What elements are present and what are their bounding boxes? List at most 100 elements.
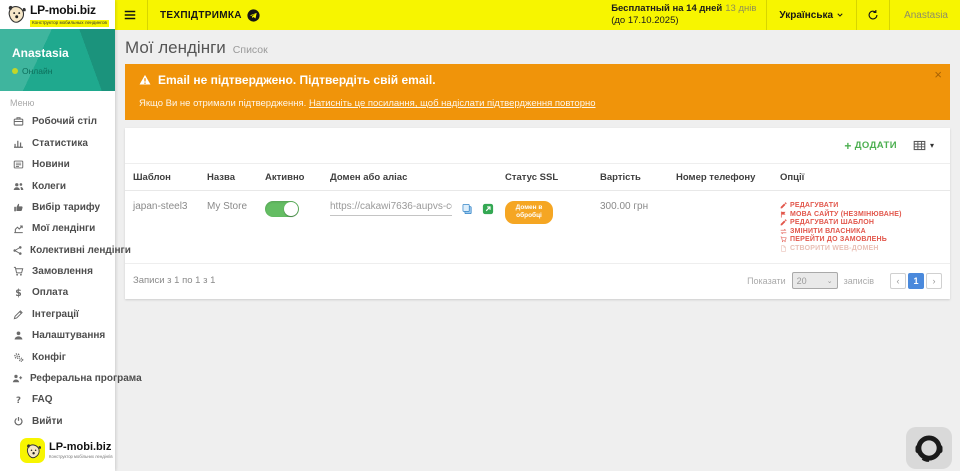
my-landings-icon [12,223,25,234]
sidebar-item-tariff[interactable]: Вибір тарифу [0,197,115,218]
topbar-divider [147,0,148,30]
page-1-button[interactable]: 1 [908,273,924,289]
sidebar-item-payment[interactable]: Оплата [0,282,115,303]
domain-input[interactable] [330,201,452,216]
pager: ‹ 1 › [890,273,942,289]
cell-name: My Store [207,191,265,263]
trial-info: Бесплатный на 14 дней13 днів (до 17.10.2… [611,3,766,27]
records-info: Записи з 1 по 1 з 1 [133,275,215,286]
trial-days-left: 13 днів [725,3,756,14]
sidebar-item-faq[interactable]: FAQ [0,389,115,410]
copy-icon[interactable] [461,203,473,215]
option-edit-template[interactable]: РЕДАГУВАТИ ШАБЛОН [780,219,938,226]
option-create-web-domain: СТВОРИТИ WEB-ДОМЕН [780,245,938,252]
column-header-options[interactable]: Опції [780,164,942,190]
sidebar-item-desktop[interactable]: Робочий стіл [0,111,115,132]
sidebar-item-logout[interactable]: Вийти [0,411,115,432]
telegram-icon [247,9,260,22]
sidebar-item-orders[interactable]: Замовлення [0,261,115,282]
pagination-zone: Показати 20 ⌄ записів ‹ 1 › [747,272,942,289]
menu-section-label: Меню [0,91,115,111]
columns-toggle-button[interactable]: ▾ [913,139,934,152]
column-header-ssl[interactable]: Статус SSL [505,164,600,190]
hamburger-icon[interactable] [123,8,137,22]
email-alert-banner: × Email не підтверджено. Підтвердіть сві… [125,64,950,120]
column-header-price[interactable]: Вартість [600,164,676,190]
brand-text: LP-mobi.biz Конструктор мобильных лендин… [30,1,109,27]
active-toggle[interactable] [265,201,299,217]
sidebar-item-config[interactable]: Конфіг [0,346,115,367]
option-site-language[interactable]: МОВА САЙТУ (НЕЗМІНЮВАНЕ) [780,211,938,218]
main-area: ТЕХПІДТРИМКА Бесплатный на 14 дней13 дні… [115,0,960,471]
sidebar-user-panel: Anastasia Онлайн [0,29,115,92]
records-label: записів [844,276,874,286]
add-button[interactable]: + ДОДАТИ [844,140,897,152]
option-change-owner[interactable]: ЗМІНИТИ ВЛАСНИКА [780,228,938,235]
support-chat-widget[interactable] [906,427,952,469]
sidebar-item-statistics[interactable]: Статистика [0,133,115,154]
gears-icon [12,352,25,363]
page-size-select[interactable]: 20 ⌄ [792,272,838,289]
column-header-active[interactable]: Активно [265,164,330,190]
document-icon [780,245,787,252]
sidebar-footer-logo[interactable]: LP-mobi.biz Конструктор мобільних лендін… [0,432,115,471]
support-label: ТЕХПІДТРИМКА [160,10,242,21]
next-page-button[interactable]: › [926,273,942,289]
ssl-status-badge: Домен в обробці [505,201,553,224]
sidebar-item-referral[interactable]: Реферальна програма [0,368,115,389]
column-header-template[interactable]: Шаблон [133,164,207,190]
swap-icon [780,228,787,235]
footer-brand-name: LP-mobi.biz [49,442,113,453]
edit-icon [780,202,787,209]
cell-ssl-status: Домен в обробці [505,191,600,263]
table-header-row: Шаблон Назва Активно Домен або аліас Ста… [125,164,950,191]
trial-until: (до 17.10.2025) [611,15,756,27]
news-icon [12,159,25,170]
support-link[interactable]: ТЕХПІДТРИМКА [160,9,260,22]
table-footer: Записи з 1 по 1 з 1 Показати 20 ⌄ записі… [125,264,950,299]
plus-icon: + [844,140,851,152]
chevron-down-icon: ⌄ [827,277,833,285]
share-icon [12,245,23,256]
show-label: Показати [747,276,786,286]
colleagues-icon [12,181,25,192]
brand-name: LP-mobi.biz [30,3,96,17]
dollar-icon [12,287,25,298]
option-go-to-orders[interactable]: ПЕРЕЙТИ ДО ЗАМОВЛЕНЬ [780,236,938,243]
column-header-domain[interactable]: Домен або аліас [330,164,505,190]
option-edit[interactable]: РЕДАГУВАТИ [780,202,938,209]
sidebar-user-name: Anastasia [12,46,115,60]
language-dropdown[interactable]: Українська [767,10,856,21]
cell-phone [676,191,780,263]
app-root: LP-mobi.biz Конструктор мобильных лендин… [0,0,960,471]
column-header-phone[interactable]: Номер телефону [676,164,780,190]
statistics-icon [12,138,25,149]
sidebar-item-settings[interactable]: Налаштування [0,325,115,346]
sidebar-item-news[interactable]: Новини [0,154,115,175]
sidebar-user-status: Онлайн [12,66,115,76]
brand-logo-link[interactable]: LP-mobi.biz Конструктор мобильных лендин… [0,0,115,29]
topbar-right: Бесплатный на 14 дней13 днів (до 17.10.2… [611,0,960,30]
brand-tagline: Конструктор мобильных лендингов [30,20,109,27]
column-header-name[interactable]: Назва [207,164,265,190]
tariff-icon [12,202,25,213]
cart-icon [12,266,25,277]
topbar: ТЕХПІДТРИМКА Бесплатный на 14 дней13 дні… [115,0,960,30]
alert-title-row: Email не підтверджено. Підтвердіть свій … [139,73,920,87]
close-icon[interactable]: × [934,68,942,81]
power-icon [12,416,25,427]
refresh-icon[interactable] [857,9,889,21]
user-icon [12,330,25,341]
sidebar-item-collective-landings[interactable]: Колективні лендінги [0,239,115,260]
table-row: japan-steel3 My Store Домен в обробці [125,191,950,264]
page-header: Мої лендінги Список [125,36,950,64]
resend-confirmation-link[interactable]: Натисніть це посилання, щоб надіслати пі… [309,98,596,109]
prev-page-button[interactable]: ‹ [890,273,906,289]
sidebar: LP-mobi.biz Конструктор мобильных лендин… [0,0,115,471]
topbar-username[interactable]: Anastasia [890,10,960,21]
sidebar-item-my-landings[interactable]: Мої лендінги [0,218,115,239]
sidebar-item-colleagues[interactable]: Колеги [0,175,115,196]
external-link-icon[interactable] [482,203,494,215]
cell-domain [330,191,505,263]
sidebar-item-integrations[interactable]: Інтеграції [0,304,115,325]
